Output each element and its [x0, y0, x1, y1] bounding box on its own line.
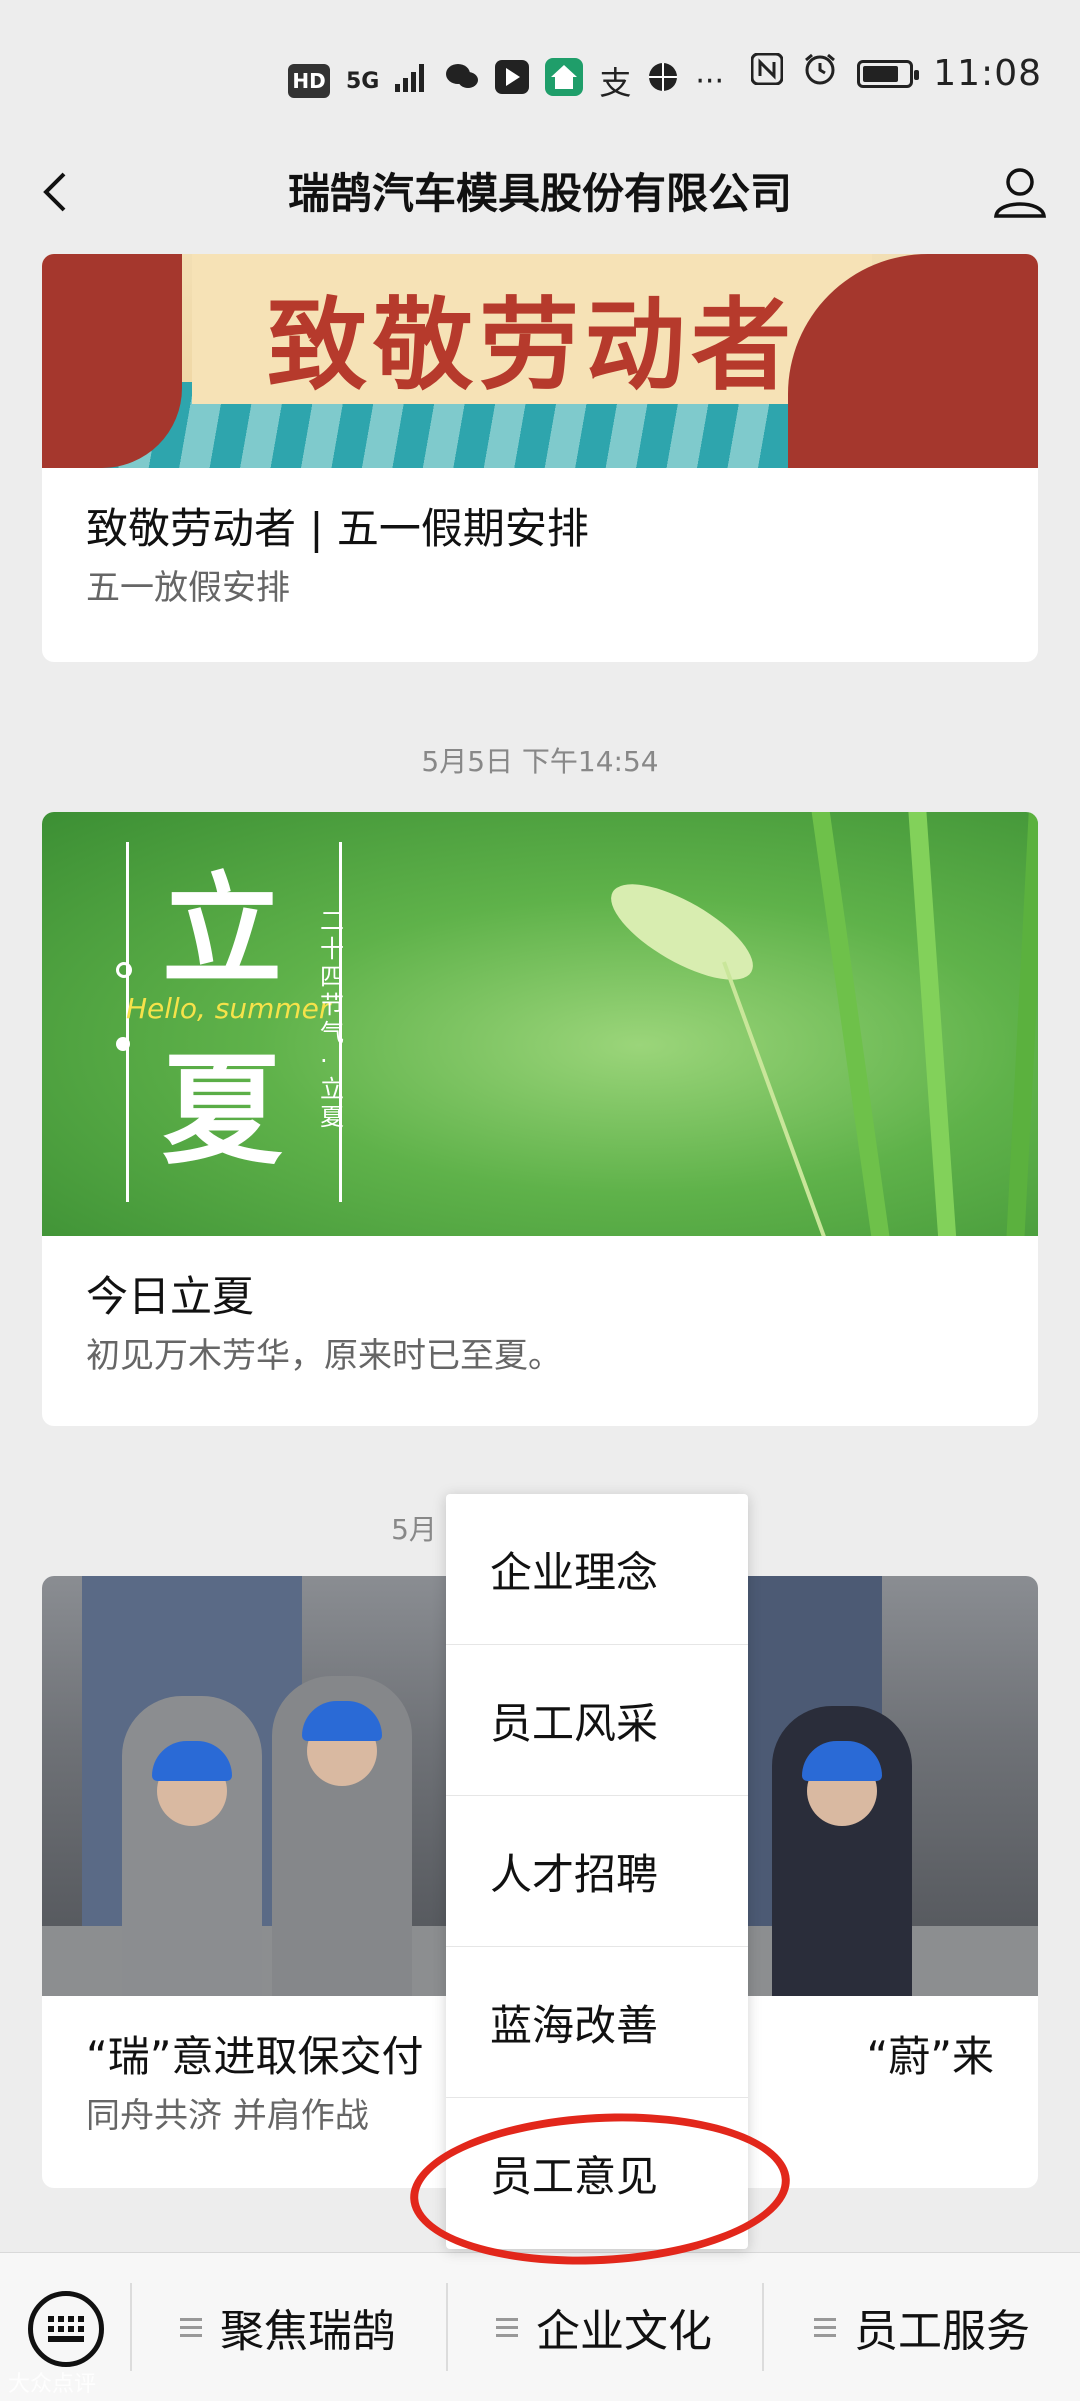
banner-ribbon: 致敬劳动者	[192, 254, 872, 404]
signal-5g-icon: 5G	[346, 68, 380, 94]
article-title-right: “蔚”来	[866, 2032, 994, 2081]
grass-blade	[905, 812, 960, 1236]
alarm-icon	[803, 52, 837, 95]
worker-figure-left	[42, 254, 182, 468]
submenu-popup: 企业理念 员工风采 人才招聘 蓝海改善 员工意见	[446, 1494, 748, 2249]
bottom-menu-bar: 聚焦瑞鹄 企业文化 员工服务	[0, 2252, 1080, 2401]
basketball-icon	[647, 61, 679, 101]
banner-vertical-text: 二十四节气·立夏	[320, 907, 344, 1131]
menu-item-recruitment[interactable]: 人才招聘	[446, 1796, 748, 1947]
menu-item-corporate-philosophy[interactable]: 企业理念	[446, 1494, 748, 1645]
nav-bar: 瑞鹄汽车模具股份有限公司	[0, 130, 1080, 254]
banner-text: 致敬劳动者	[267, 287, 797, 404]
menu-icon	[814, 2313, 836, 2342]
menu-icon	[180, 2313, 202, 2342]
foxtail-spike	[597, 866, 767, 998]
menu-item-employee-feedback[interactable]: 员工意见	[446, 2098, 748, 2249]
article-title: 致敬劳动者 | 五一假期安排	[86, 504, 589, 553]
status-right-icons: 11:08	[750, 52, 1042, 95]
menu-tab-label: 员工服务	[854, 2306, 1030, 2357]
profile-button[interactable]	[988, 160, 1052, 224]
alipay-icon: 支	[599, 64, 632, 102]
grass-blade	[809, 812, 900, 1236]
menu-tab-label: 企业文化	[536, 2306, 712, 2357]
more-notifications-icon: ···	[695, 63, 724, 99]
battery-icon	[857, 59, 920, 88]
page-title: 瑞鹄汽车模具股份有限公司	[287, 169, 792, 218]
media-app-icon	[495, 60, 530, 102]
menu-tab-label: 聚焦瑞鹄	[220, 2306, 396, 2357]
menu-item-employee-showcase[interactable]: 员工风采	[446, 1645, 748, 1796]
user-icon	[994, 168, 1046, 218]
article-subtitle: 五一放假安排	[86, 568, 290, 608]
menu-tab-culture[interactable]: 企业文化	[448, 2253, 760, 2401]
status-left-icons: HD 5G 支 ···	[288, 58, 724, 104]
banner-dot	[116, 962, 132, 978]
menu-icon	[496, 2313, 518, 2342]
banner-char-1: 立	[162, 862, 282, 1001]
wechat-icon	[445, 62, 479, 100]
clock: 11:08	[933, 53, 1042, 94]
battery-level	[863, 65, 899, 82]
article-title: 今日立夏	[86, 1272, 255, 1321]
signal-bars-icon	[395, 62, 429, 100]
article-card[interactable]: 立 夏 Hello, summer 二十四节气·立夏 今日立夏 初见万木芳华，原…	[42, 812, 1038, 1426]
grass-blade	[1002, 812, 1038, 1236]
menu-tab-focus[interactable]: 聚焦瑞鹄	[132, 2253, 444, 2401]
article-subtitle: 初见万木芳华，原来时已至夏。	[86, 1336, 562, 1376]
hd-badge: HD	[288, 64, 330, 98]
article-cover-image: 立 夏 Hello, summer 二十四节气·立夏	[42, 812, 1038, 1236]
banner-char-2: 夏	[162, 1042, 282, 1181]
menu-tab-services[interactable]: 员工服务	[764, 2253, 1080, 2401]
article-card[interactable]: 致敬劳动者 致敬劳动者 | 五一假期安排 五一放假安排	[42, 254, 1038, 662]
nfc-icon	[750, 52, 784, 94]
banner-dot	[116, 1037, 130, 1051]
foxtail-stem	[722, 961, 829, 1236]
home-app-icon	[545, 58, 584, 104]
message-timestamp: 5月5日 下午14:54	[421, 745, 659, 778]
menu-item-blue-ocean-improvement[interactable]: 蓝海改善	[446, 1947, 748, 2098]
keyboard-icon	[48, 2316, 84, 2342]
article-title-left: “瑞”意进取保交付	[86, 2032, 424, 2081]
banner-hello-text: Hello, summer	[126, 992, 331, 1025]
watermark: 大众点评	[8, 2372, 97, 2397]
article-cover-image: 致敬劳动者	[42, 254, 1038, 468]
keyboard-toggle-button[interactable]	[28, 2291, 104, 2367]
